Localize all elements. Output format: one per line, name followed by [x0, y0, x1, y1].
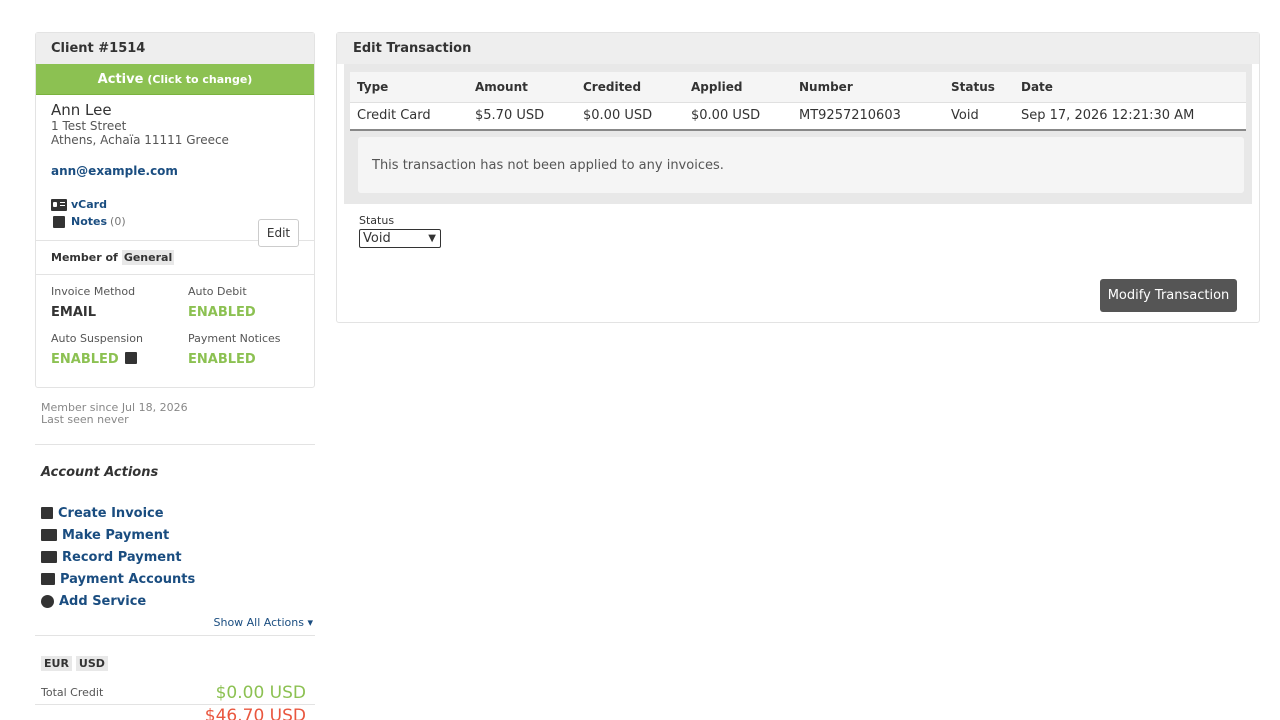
table-row: Credit Card $5.70 USD $0.00 USD $0.00 US…: [350, 102, 1246, 131]
payment-accounts-action[interactable]: Payment Accounts: [41, 568, 315, 590]
bank-icon: [41, 573, 55, 585]
member-of-label: Member of: [51, 251, 118, 264]
auto-debit-value: ENABLED: [188, 305, 256, 320]
table-header-row: Type Amount Credited Applied Number Stat…: [350, 72, 1246, 103]
col-applied: Applied: [684, 72, 792, 103]
payment-notices-value: ENABLED: [188, 352, 256, 367]
auto-suspension-cell: ENABLED: [51, 348, 188, 377]
due-value: $46.70 USD: [204, 706, 306, 720]
col-number: Number: [792, 72, 944, 103]
col-status: Status: [944, 72, 1014, 103]
col-amount: Amount: [468, 72, 576, 103]
record-payment-action[interactable]: Record Payment: [41, 546, 315, 568]
address-line-1: 1 Test Street: [51, 119, 127, 133]
status-field: Status Void ▼: [337, 204, 1259, 258]
show-all-actions-link[interactable]: Show All Actions ▾: [35, 616, 315, 629]
action-label: Add Service: [59, 593, 147, 609]
due-row: $46.70 USD: [35, 705, 315, 720]
action-label: Payment Accounts: [60, 571, 196, 587]
account-actions-list: Create Invoice Make Payment Record Payme…: [35, 502, 315, 612]
client-email-link[interactable]: ann@example.com: [51, 164, 299, 178]
client-card: Client #1514 Active (Click to change) An…: [35, 32, 315, 388]
client-name: Ann Lee: [51, 101, 112, 119]
status-label: Active: [97, 71, 144, 87]
edit-client-button[interactable]: Edit: [258, 219, 299, 247]
status-select[interactable]: Void ▼: [359, 229, 441, 248]
cell-date: Sep 17, 2026 12:21:30 AM: [1014, 102, 1246, 131]
cell-number: MT9257210603: [792, 102, 944, 131]
client-status-toggle[interactable]: Active (Click to change): [36, 64, 314, 95]
col-credited: Credited: [576, 72, 684, 103]
divider: [35, 635, 315, 636]
transaction-table-wrap: Type Amount Credited Applied Number Stat…: [344, 64, 1252, 204]
auto-debit-label: Auto Debit: [188, 285, 247, 298]
auto-suspension-label: Auto Suspension: [51, 332, 143, 345]
action-label: Make Payment: [62, 527, 170, 543]
cell-applied: $0.00 USD: [684, 102, 792, 131]
invoice-method-value: EMAIL: [51, 305, 96, 320]
no-invoices-note: This transaction has not been applied to…: [358, 137, 1244, 193]
cell-credited: $0.00 USD: [576, 102, 684, 131]
action-label: Record Payment: [62, 549, 182, 565]
client-sidebar: Client #1514 Active (Click to change) An…: [35, 32, 315, 720]
gear-icon: [41, 594, 54, 608]
cell-type: Credit Card: [350, 102, 468, 131]
invoice-method-label: Invoice Method: [51, 285, 136, 298]
group-tag[interactable]: General: [121, 250, 175, 265]
notes-link[interactable]: Notes: [71, 215, 107, 228]
credit-card-icon: [41, 529, 57, 541]
panel-title: Edit Transaction: [337, 33, 1259, 64]
status-hint: (Click to change): [147, 72, 253, 86]
invoice-icon: [41, 507, 53, 519]
address-line-2: Athens, Achaïa 11111 Greece: [51, 133, 229, 147]
notes-icon: [53, 215, 65, 228]
col-type: Type: [350, 72, 468, 103]
create-invoice-action[interactable]: Create Invoice: [41, 502, 315, 524]
modify-transaction-button[interactable]: Modify Transaction: [1100, 279, 1237, 312]
notes-count: (0): [110, 215, 126, 228]
auto-suspension-value: ENABLED: [51, 352, 119, 367]
chevron-down-icon: ▼: [428, 233, 436, 244]
total-credit-value: $0.00 USD: [215, 682, 306, 703]
last-seen: Last seen never: [41, 413, 129, 426]
col-date: Date: [1014, 72, 1246, 103]
member-since-info: Member since Jul 18, 2026 Last seen neve…: [35, 402, 315, 426]
add-service-action[interactable]: Add Service: [41, 590, 315, 612]
client-settings: Invoice Method Auto Debit EMAIL ENABLED …: [36, 275, 314, 387]
status-select-value: Void: [363, 231, 391, 246]
cell-status: Void: [944, 102, 1014, 131]
currency-tabs: EUR USD: [35, 656, 315, 671]
edit-transaction-panel: Edit Transaction Type Amount Credited Ap…: [336, 32, 1260, 323]
client-title: Client #1514: [36, 33, 314, 64]
transaction-table: Type Amount Credited Applied Number Stat…: [350, 72, 1246, 131]
status-field-label: Status: [359, 214, 395, 227]
account-actions-title: Account Actions: [41, 465, 159, 480]
total-credit-label: Total Credit: [41, 686, 104, 699]
divider: [35, 444, 315, 445]
currency-tab-usd[interactable]: USD: [75, 656, 108, 671]
vcard-icon: [51, 198, 67, 211]
make-payment-action[interactable]: Make Payment: [41, 524, 315, 546]
currency-tab-eur[interactable]: EUR: [41, 656, 72, 671]
cell-amount: $5.70 USD: [468, 102, 576, 131]
action-label: Create Invoice: [58, 505, 164, 521]
payment-notices-label: Payment Notices: [188, 332, 281, 345]
total-credit-row: Total Credit $0.00 USD: [35, 681, 315, 705]
money-icon: [41, 551, 57, 563]
vcard-link[interactable]: vCard: [71, 198, 107, 211]
calendar-icon[interactable]: [124, 352, 137, 364]
